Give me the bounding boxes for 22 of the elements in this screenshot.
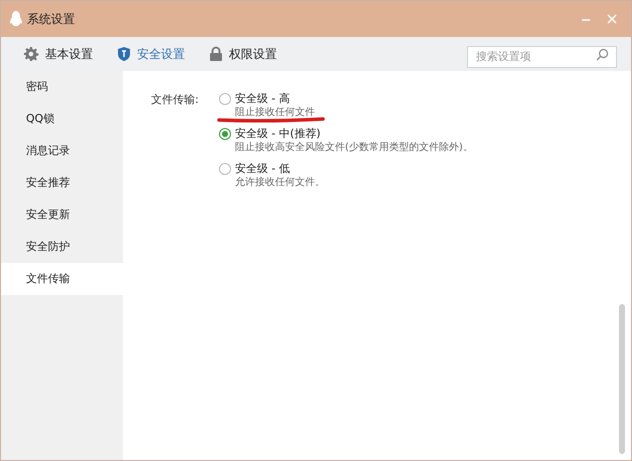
radio-button[interactable] [219, 93, 231, 105]
radio-button[interactable] [219, 128, 231, 140]
search-icon [596, 48, 609, 61]
lock-icon [209, 46, 223, 62]
penguin-icon [9, 10, 23, 28]
option-title: 安全级 - 高 [235, 91, 291, 106]
close-icon [607, 14, 617, 24]
tab[interactable]: 基本设置 [23, 45, 93, 63]
setting-label: 文件传输: [151, 92, 200, 108]
sidebar-item[interactable]: 文件传输 [1, 263, 123, 295]
search-field[interactable]: 搜索设置项 [467, 46, 617, 68]
option-description: 允许接收任何文件。 [235, 176, 325, 190]
gear-icon [23, 46, 39, 62]
option-title: 安全级 - 低 [235, 161, 291, 176]
option-title: 安全级 - 中(推荐) [235, 126, 322, 141]
option-description: 阻止接收任何文件 [235, 106, 315, 120]
shield-icon [117, 46, 131, 62]
tab[interactable]: 权限设置 [209, 45, 277, 63]
tab[interactable]: 安全设置 [117, 45, 185, 63]
radio-button[interactable] [219, 163, 231, 175]
window-title: 系统设置 [27, 11, 75, 28]
option-description: 阻止接收高安全风险文件(少数常用类型的文件除外)。 [235, 141, 473, 155]
